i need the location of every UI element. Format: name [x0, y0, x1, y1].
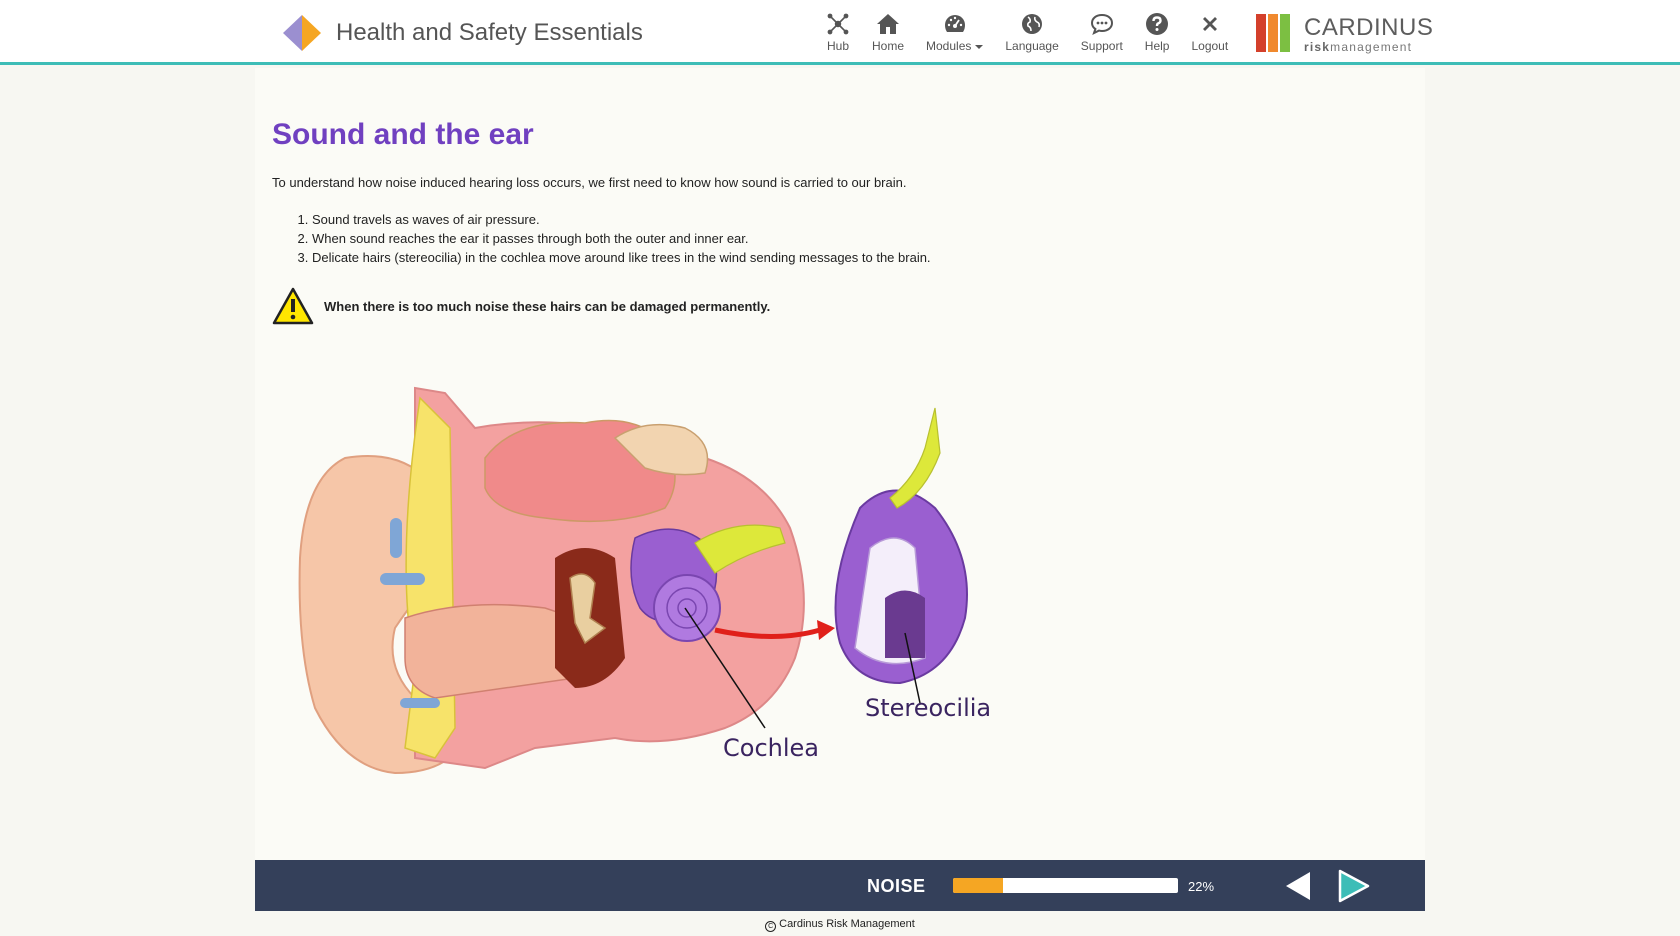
stereocilia-nerve-shape	[889, 407, 941, 509]
nav-help[interactable]: Help	[1144, 12, 1170, 53]
nav-home-label: Home	[872, 39, 905, 53]
diamond-logo-icon	[282, 14, 322, 52]
copyright: C Cardinus Risk Management	[0, 918, 1680, 932]
list-item: When sound reaches the ear it passes thr…	[312, 229, 931, 248]
warning-callout: When there is too much noise these hairs…	[272, 287, 770, 325]
blue-canal-shape	[400, 698, 440, 708]
company-sub-bold: risk	[1304, 40, 1331, 54]
list-item: Sound travels as waves of air pressure.	[312, 210, 931, 229]
next-button[interactable]	[1335, 868, 1371, 904]
nav-support-label: Support	[1080, 39, 1123, 53]
nav-logout[interactable]: Logout	[1191, 12, 1228, 53]
nav-hub-label: Hub	[826, 39, 849, 53]
nav-hub[interactable]: Hub	[826, 12, 850, 53]
warning-icon	[272, 287, 314, 325]
nav-support[interactable]: Support	[1081, 12, 1123, 53]
module-name: NOISE	[867, 876, 926, 896]
cochlea-spiral-shape	[653, 574, 721, 642]
intro-text: To understand how noise induced hearing …	[272, 175, 907, 190]
copyright-icon: C	[765, 921, 777, 932]
caret-down-icon	[975, 44, 984, 49]
nav-help-label: Help	[1144, 39, 1170, 53]
company-subtitle: riskmanagement	[1304, 40, 1412, 54]
red-arrowhead-shape	[817, 620, 835, 640]
cochlea-label: Cochlea	[723, 734, 819, 762]
page-title: Sound and the ear	[272, 118, 534, 151]
warning-text: When there is too much noise these hairs…	[324, 298, 771, 314]
dashboard-icon	[944, 15, 965, 32]
arrow-right-icon	[1338, 869, 1370, 903]
brand[interactable]: Health and Safety Essentials	[282, 14, 643, 52]
progress-percent: 22%	[1188, 879, 1215, 894]
top-header: Health and Safety Essentials Hub Home Mo…	[0, 0, 1680, 65]
blue-canal-shape	[390, 518, 402, 558]
steps-list: Sound travels as waves of air pressure. …	[272, 210, 931, 267]
cardinus-bars-icon	[1256, 14, 1292, 52]
question-icon	[1146, 13, 1169, 35]
blue-canal-shape	[380, 573, 425, 585]
nav-modules-label: Modules	[926, 39, 984, 53]
nav-logout-label: Logout	[1191, 39, 1229, 53]
chat-icon	[1090, 13, 1113, 35]
nav-home[interactable]: Home	[872, 12, 904, 53]
copyright-text: Cardinus Risk Management	[779, 918, 915, 930]
globe-icon	[1022, 14, 1043, 34]
lesson-content: Sound and the ear To understand how nois…	[255, 68, 1425, 860]
nav-language[interactable]: Language	[1005, 12, 1059, 53]
main-nav: Hub Home Modules Language Support Help L…	[826, 12, 1250, 53]
progress-fill	[953, 878, 1003, 893]
cardinus-logo[interactable]: CARDINUS riskmanagement	[1256, 12, 1433, 54]
nav-modules[interactable]: Modules	[926, 12, 984, 53]
stereocilia-label: Stereocilia	[865, 694, 991, 722]
module-nav-bar: NOISE 22%	[255, 860, 1425, 911]
nav-language-label: Language	[1005, 39, 1059, 53]
previous-button[interactable]	[1280, 868, 1316, 904]
progress-bar	[953, 878, 1178, 893]
ear-anatomy-illustration: Cochlea Stereocilia	[298, 386, 991, 775]
app-title: Health and Safety Essentials	[336, 19, 643, 46]
company-name: CARDINUS	[1304, 14, 1434, 41]
arrow-left-icon	[1286, 872, 1310, 900]
home-icon	[877, 14, 899, 34]
stereocilia-chamber-shape	[885, 590, 925, 658]
hub-icon	[827, 13, 849, 35]
list-item: Delicate hairs (stereocilia) in the coch…	[312, 248, 931, 267]
nav-modules-text: Modules	[926, 39, 972, 53]
close-icon	[1202, 17, 1217, 31]
company-sub-rest: management	[1330, 40, 1413, 54]
